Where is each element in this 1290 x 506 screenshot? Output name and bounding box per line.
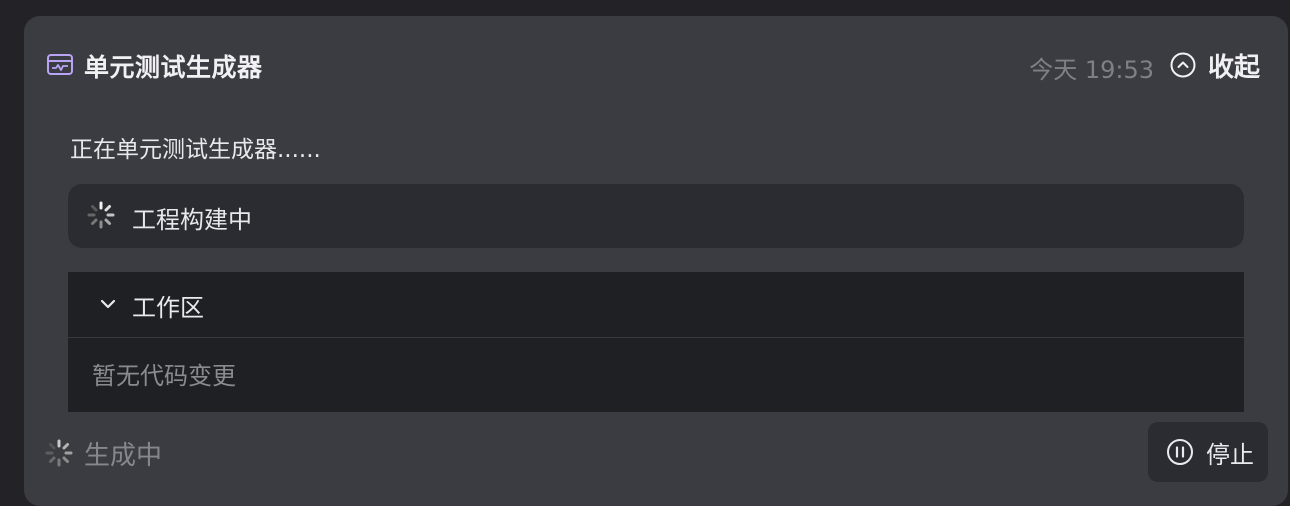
- timestamp: 今天 19:53: [1029, 56, 1154, 84]
- workspace-toggle[interactable]: 工作区: [68, 272, 1244, 338]
- workspace-empty-state: 暂无代码变更: [92, 362, 236, 390]
- monitor-chart-icon: [47, 54, 73, 75]
- stop-label: 停止: [1206, 440, 1254, 469]
- collapse-button[interactable]: 收起: [1170, 46, 1260, 84]
- spinner-icon: [45, 439, 73, 467]
- pause-circle-icon: [1167, 439, 1193, 465]
- task-item: 工程构建中: [68, 184, 1244, 248]
- generation-status: 生成中: [84, 441, 163, 471]
- collapse-label: 收起: [1207, 52, 1260, 83]
- chevron-up-circle-icon: [1170, 52, 1196, 78]
- task-label: 工程构建中: [132, 206, 252, 234]
- workspace-panel: 工作区 暂无代码变更: [68, 272, 1244, 412]
- chevron-down-icon: [100, 299, 116, 309]
- progress-message: 正在单元测试生成器......: [70, 137, 321, 163]
- stop-button[interactable]: 停止: [1148, 422, 1268, 482]
- workspace-title: 工作区: [132, 294, 204, 322]
- unit-test-generator-card: 单元测试生成器 今天 19:53 收起 正在单元测试生成器...... 工程构建…: [24, 16, 1288, 506]
- card-header: 单元测试生成器 今天 19:53 收起: [46, 46, 1260, 84]
- spinner-icon: [87, 201, 115, 229]
- page-title: 单元测试生成器: [84, 53, 263, 82]
